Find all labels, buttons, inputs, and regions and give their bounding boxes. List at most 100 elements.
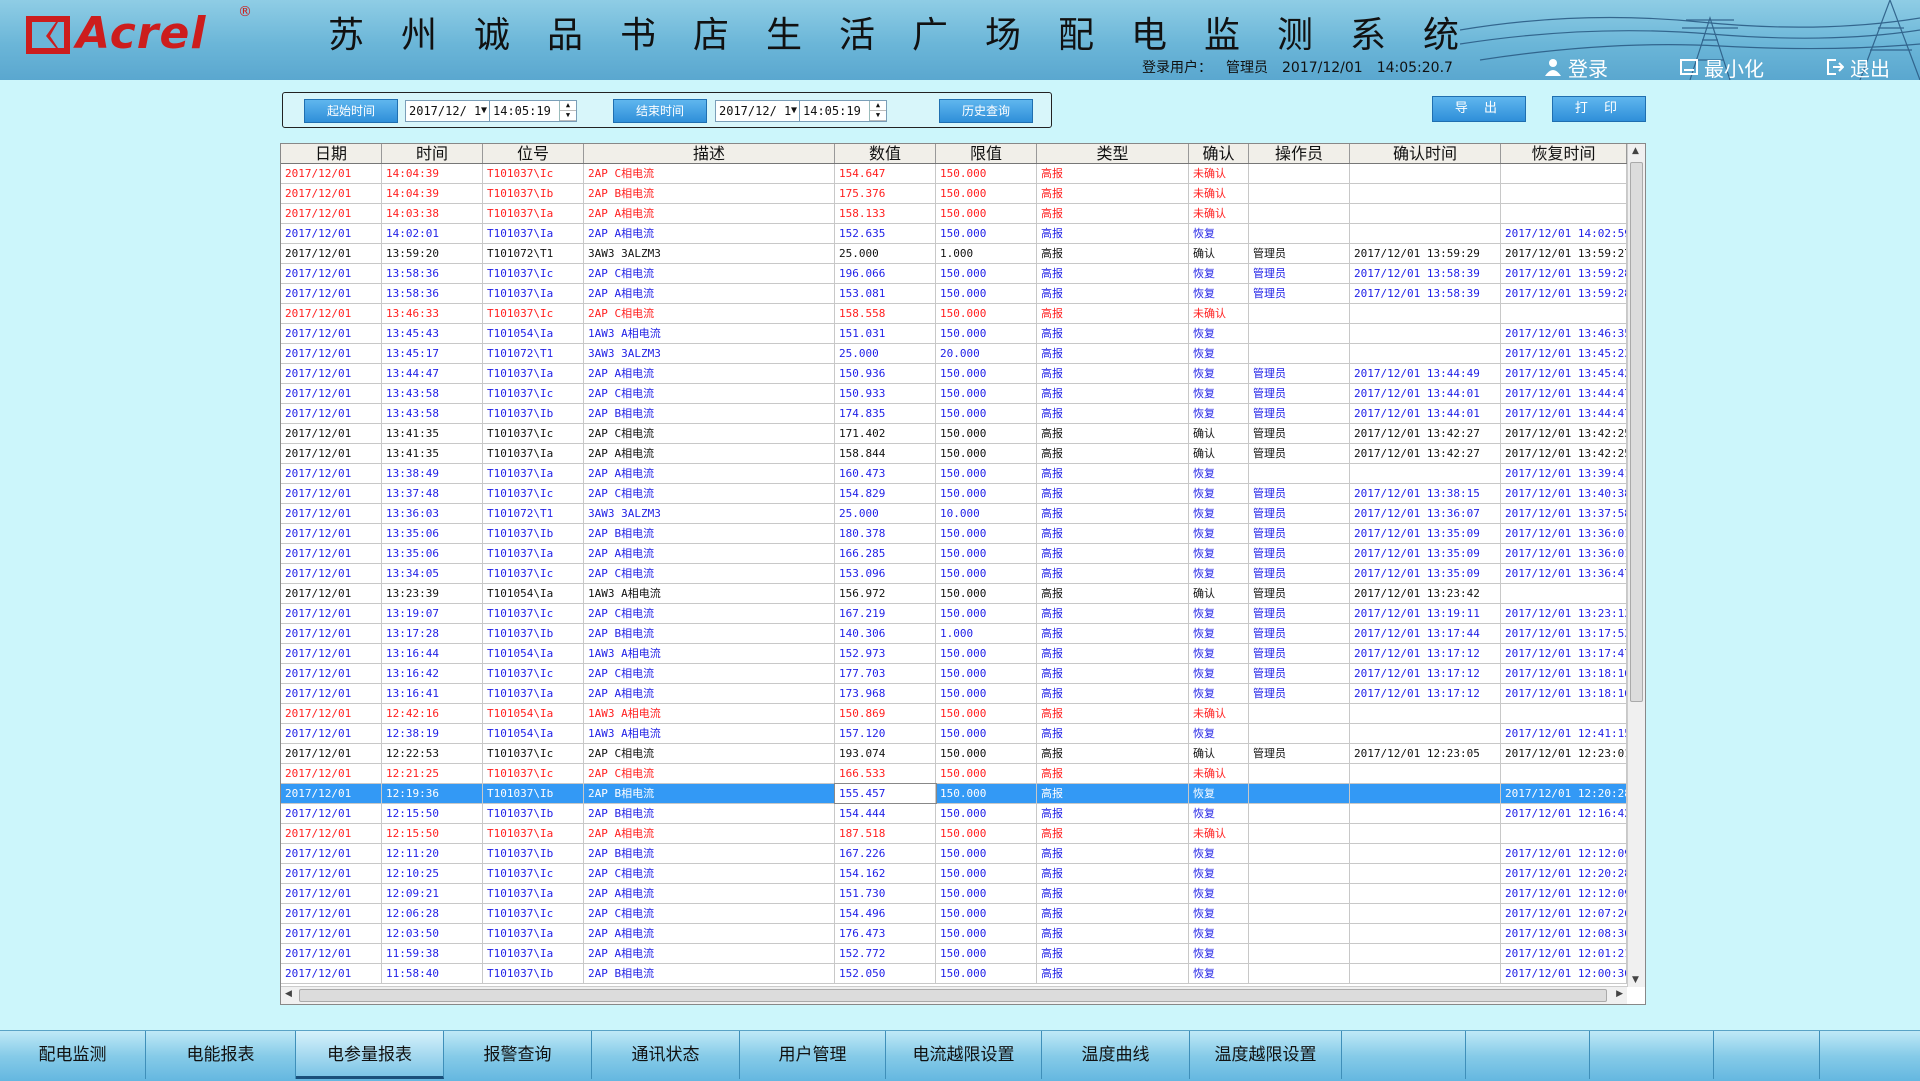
cell-confirm-time[interactable] [1350,824,1501,843]
cell-description[interactable]: 2AP B相电流 [584,804,835,823]
nav-item-7[interactable]: 温度曲线 [1042,1031,1190,1079]
cell-description[interactable]: 2AP B相电流 [584,624,835,643]
cell-confirm-time[interactable]: 2017/12/01 13:58:39 [1350,284,1501,303]
cell-limit[interactable]: 10.000 [936,504,1037,523]
cell-tag[interactable]: T101037\Ic [483,604,584,623]
cell-tag[interactable]: T101054\Ia [483,644,584,663]
cell-confirm[interactable]: 恢复 [1189,624,1249,643]
cell-operator[interactable]: 管理员 [1249,444,1350,463]
cell-confirm-time[interactable]: 2017/12/01 13:35:09 [1350,524,1501,543]
cell-description[interactable]: 2AP A相电流 [584,924,835,943]
history-query-button[interactable]: 历史查询 [939,99,1033,123]
cell-limit[interactable]: 1.000 [936,244,1037,263]
cell-time[interactable]: 12:22:53 [382,744,483,763]
cell-date[interactable]: 2017/12/01 [281,364,382,383]
cell-value[interactable]: 154.829 [835,484,936,503]
header-col-confirm-time[interactable]: 确认时间 [1350,144,1501,163]
cell-limit[interactable]: 150.000 [936,544,1037,563]
cell-value[interactable]: 176.473 [835,924,936,943]
cell-description[interactable]: 2AP A相电流 [584,544,835,563]
cell-tag[interactable]: T101037\Ia [483,284,584,303]
cell-confirm[interactable]: 未确认 [1189,304,1249,323]
cell-limit[interactable]: 150.000 [936,264,1037,283]
cell-recover-time[interactable]: 2017/12/01 12:08:30 [1501,924,1627,943]
cell-confirm[interactable]: 恢复 [1189,684,1249,703]
cell-tag[interactable]: T101037\Ic [483,864,584,883]
cell-recover-time[interactable]: 2017/12/01 13:59:28 [1501,264,1627,283]
cell-recover-time[interactable]: 2017/12/01 13:18:16 [1501,684,1627,703]
cell-confirm[interactable]: 恢复 [1189,724,1249,743]
cell-value[interactable]: 157.120 [835,724,936,743]
cell-confirm-time[interactable] [1350,904,1501,923]
cell-operator[interactable]: 管理员 [1249,524,1350,543]
header-col-value[interactable]: 数值 [835,144,936,163]
export-button[interactable]: 导 出 [1432,96,1526,122]
end-date-picker[interactable]: 2017/12/ 1 ▼ [715,100,801,122]
cell-confirm-time[interactable]: 2017/12/01 12:23:05 [1350,744,1501,763]
cell-tag[interactable]: T101072\T1 [483,244,584,263]
spin-up-icon[interactable]: ▲ [870,101,886,111]
table-row[interactable]: 2017/12/01 11:58:40 T101037\Ib 2AP B相电流 152.… [281,964,1627,984]
cell-confirm[interactable]: 未确认 [1189,204,1249,223]
table-row[interactable]: 2017/12/01 12:06:28 T101037\Ic 2AP C相电流 154.… [281,904,1627,924]
cell-limit[interactable]: 150.000 [936,604,1037,623]
cell-confirm-time[interactable] [1350,704,1501,723]
cell-date[interactable]: 2017/12/01 [281,624,382,643]
cell-description[interactable]: 2AP C相电流 [584,764,835,783]
table-row[interactable]: 2017/12/01 14:02:01 T101037\Ia 2AP A相电流 152.… [281,224,1627,244]
cell-tag[interactable]: T101037\Ib [483,784,584,803]
cell-limit[interactable]: 150.000 [936,484,1037,503]
cell-time[interactable]: 12:21:25 [382,764,483,783]
cell-time[interactable]: 14:04:39 [382,184,483,203]
cell-limit[interactable]: 150.000 [936,384,1037,403]
cell-tag[interactable]: T101037\Ia [483,464,584,483]
cell-description[interactable]: 3AW3 3ALZM3 [584,504,835,523]
cell-confirm[interactable]: 未确认 [1189,704,1249,723]
cell-limit[interactable]: 150.000 [936,964,1037,983]
cell-type[interactable]: 高报 [1037,404,1189,423]
cell-confirm[interactable]: 恢复 [1189,324,1249,343]
cell-time[interactable]: 13:16:44 [382,644,483,663]
cell-confirm[interactable]: 恢复 [1189,524,1249,543]
cell-description[interactable]: 2AP C相电流 [584,384,835,403]
cell-description[interactable]: 1AW3 A相电流 [584,724,835,743]
cell-value[interactable]: 167.219 [835,604,936,623]
cell-operator[interactable]: 管理员 [1249,264,1350,283]
cell-tag[interactable]: T101037\Ia [483,544,584,563]
cell-limit[interactable]: 150.000 [936,804,1037,823]
cell-time[interactable]: 13:35:06 [382,524,483,543]
cell-description[interactable]: 2AP A相电流 [584,204,835,223]
cell-value[interactable]: 193.074 [835,744,936,763]
scroll-left-icon[interactable]: ◀ [285,989,292,999]
cell-recover-time[interactable]: 2017/12/01 13:46:35 [1501,324,1627,343]
cell-time[interactable]: 13:36:03 [382,504,483,523]
cell-tag[interactable]: T101037\Ib [483,184,584,203]
cell-type[interactable]: 高报 [1037,284,1189,303]
table-body[interactable]: 2017/12/01 14:04:39 T101037\Ic 2AP C相电流 154.… [281,164,1627,986]
cell-tag[interactable]: T101037\Ia [483,224,584,243]
start-date-picker[interactable]: 2017/12/ 1 ▼ [405,100,491,122]
cell-operator[interactable] [1249,864,1350,883]
cell-type[interactable]: 高报 [1037,164,1189,183]
cell-confirm[interactable]: 确认 [1189,424,1249,443]
cell-recover-time[interactable]: 2017/12/01 13:44:47 [1501,404,1627,423]
cell-tag[interactable]: T101037\Ic [483,764,584,783]
cell-time[interactable]: 14:04:39 [382,164,483,183]
cell-value[interactable]: 167.226 [835,844,936,863]
cell-confirm[interactable]: 未确认 [1189,164,1249,183]
cell-type[interactable]: 高报 [1037,904,1189,923]
cell-confirm-time[interactable] [1350,464,1501,483]
vertical-scrollbar[interactable]: ▲ ▼ [1627,144,1645,987]
cell-confirm-time[interactable] [1350,864,1501,883]
cell-confirm[interactable]: 确认 [1189,744,1249,763]
cell-operator[interactable]: 管理员 [1249,584,1350,603]
cell-confirm-time[interactable] [1350,804,1501,823]
cell-description[interactable]: 2AP B相电流 [584,184,835,203]
cell-recover-time[interactable]: 2017/12/01 13:37:58 [1501,504,1627,523]
cell-operator[interactable] [1249,304,1350,323]
cell-confirm-time[interactable]: 2017/12/01 13:44:49 [1350,364,1501,383]
cell-recover-time[interactable]: 2017/12/01 13:23:13 [1501,604,1627,623]
cell-confirm-time[interactable] [1350,164,1501,183]
table-row[interactable]: 2017/12/01 13:37:48 T101037\Ic 2AP C相电流 154.… [281,484,1627,504]
cell-operator[interactable] [1249,724,1350,743]
